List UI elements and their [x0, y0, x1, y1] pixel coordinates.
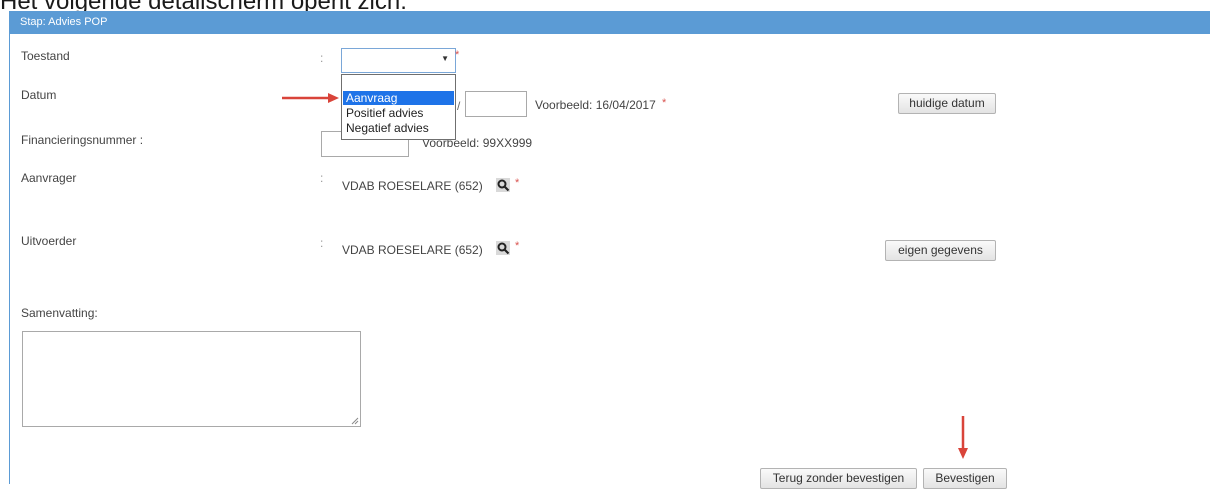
red-arrow-icon	[958, 416, 968, 459]
toestand-colon: :	[320, 51, 324, 65]
dropdown-option-aanvraag[interactable]: Aanvraag	[343, 91, 454, 105]
samenvatting-label: Samenvatting:	[21, 306, 98, 320]
magnifier-icon[interactable]	[496, 241, 510, 255]
advies-pop-panel: Stap: Advies POP Toestand : ▼ * Aanvraag…	[9, 11, 1210, 489]
terug-zonder-bevestigen-button[interactable]: Terug zonder bevestigen	[760, 468, 917, 489]
toestand-select[interactable]: ▼	[341, 48, 456, 73]
samenvatting-textarea[interactable]	[22, 331, 361, 427]
dropdown-option-empty[interactable]	[343, 77, 454, 91]
chevron-down-icon[interactable]: ▼	[441, 54, 449, 63]
resize-grip-icon[interactable]	[351, 417, 359, 425]
aanvrager-label: Aanvrager	[21, 171, 77, 185]
toestand-dropdown-list: Aanvraag Positief advies Negatief advies	[341, 74, 456, 140]
datum-hint: Voorbeeld: 16/04/2017	[535, 98, 656, 112]
datum-label: Datum	[21, 88, 57, 102]
panel-header: Stap: Advies POP	[10, 11, 1210, 34]
financieringsnummer-label: Financieringsnummer :	[21, 133, 144, 147]
uitvoerder-colon: :	[320, 236, 324, 250]
uitvoerder-value: VDAB ROESELARE (652)	[342, 243, 483, 257]
aanvrager-required-mark: *	[515, 177, 520, 189]
datum-year-input[interactable]	[465, 91, 527, 117]
aanvrager-value: VDAB ROESELARE (652)	[342, 179, 483, 193]
toestand-required-mark: *	[455, 49, 460, 61]
uitvoerder-required-mark: *	[515, 240, 520, 252]
red-arrow-icon	[282, 93, 339, 103]
magnifier-icon[interactable]	[496, 178, 510, 192]
bevestigen-button[interactable]: Bevestigen	[923, 468, 1007, 489]
eigen-gegevens-button[interactable]: eigen gegevens	[885, 240, 996, 261]
toestand-label: Toestand	[21, 49, 70, 63]
aanvrager-colon: :	[320, 171, 324, 185]
huidige-datum-button[interactable]: huidige datum	[898, 93, 996, 114]
datum-required-mark: *	[662, 97, 667, 109]
dropdown-option-negatief-advies[interactable]: Negatief advies	[343, 121, 454, 135]
date-separator: /	[457, 99, 461, 113]
dropdown-option-positief-advies[interactable]: Positief advies	[343, 106, 454, 120]
uitvoerder-label: Uitvoerder	[21, 234, 77, 248]
